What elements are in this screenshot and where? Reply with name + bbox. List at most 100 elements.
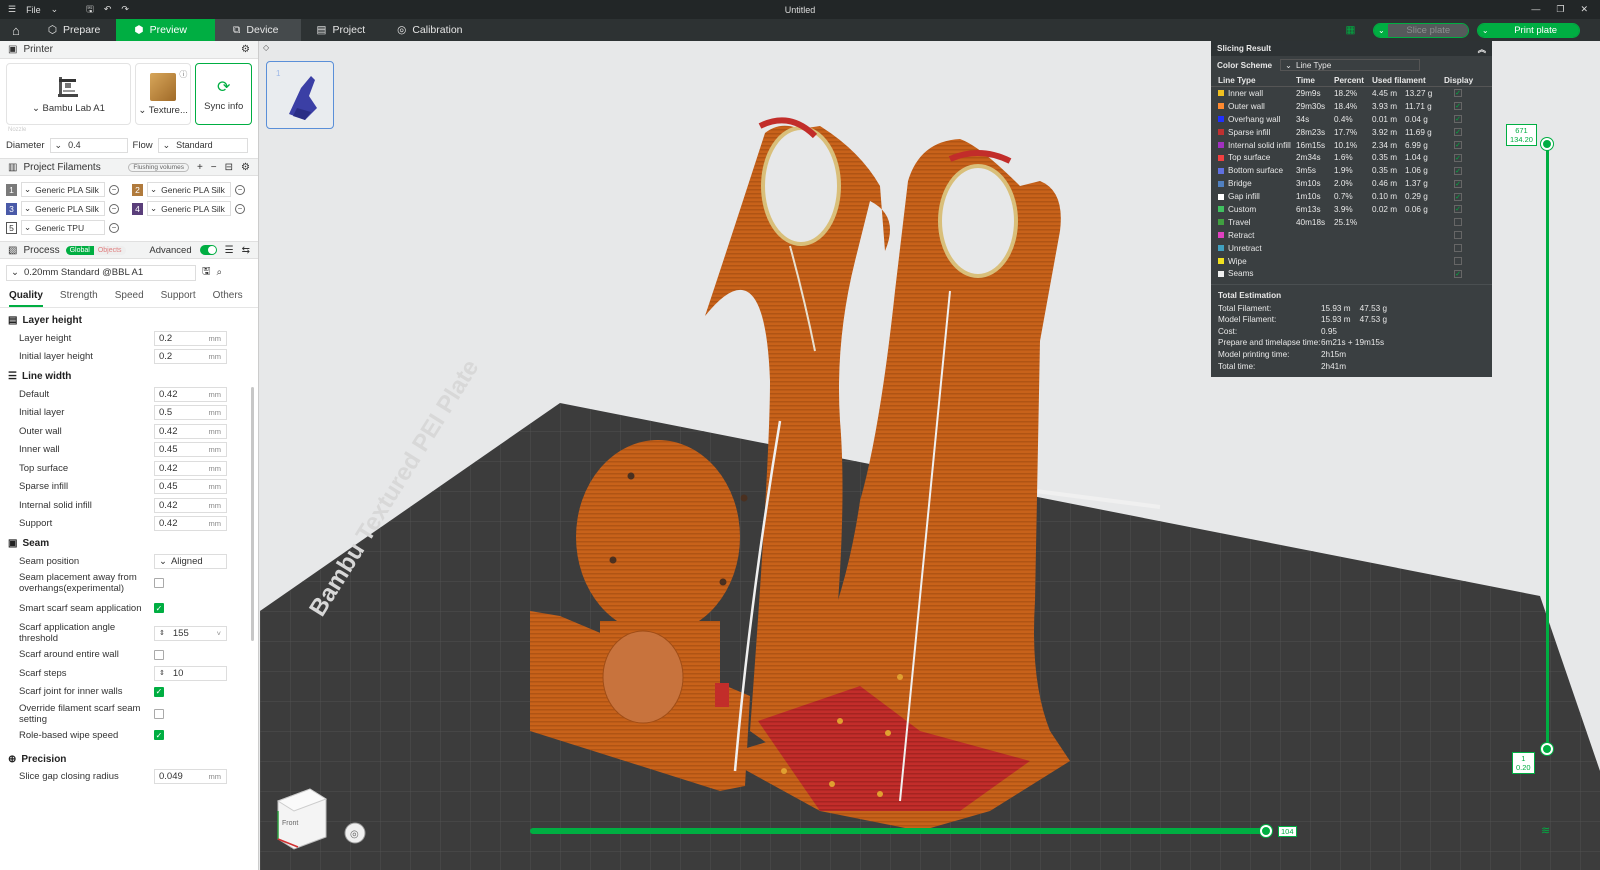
printer-select[interactable]: ⌄ Bambu Lab A1 bbox=[6, 63, 131, 125]
restore-icon[interactable]: ❐ bbox=[1556, 4, 1564, 15]
layer-range-slider[interactable] bbox=[1546, 143, 1549, 749]
plate-select[interactable]: ⌄ Texture... ⓘ bbox=[134, 63, 192, 125]
sync-info-button[interactable]: ⟳ Sync info bbox=[195, 63, 253, 125]
tab-others[interactable]: Others bbox=[213, 290, 243, 307]
filament-select[interactable]: ⌄ Generic TPU bbox=[21, 220, 105, 235]
sidebar-scrollbar[interactable] bbox=[251, 387, 254, 641]
tab-device[interactable]: ⧉ Device bbox=[214, 19, 301, 41]
scarf-around-checkbox[interactable] bbox=[154, 649, 164, 660]
move-slider-handle[interactable] bbox=[1260, 825, 1272, 837]
filament-item[interactable]: 1 ⌄ Generic PLA Silk − bbox=[6, 182, 126, 197]
flushing-volumes-button[interactable]: Flushing volumes bbox=[128, 162, 189, 172]
file-menu[interactable]: File bbox=[26, 5, 41, 15]
layer-bottom-handle[interactable] bbox=[1541, 743, 1553, 755]
plate-thumbnail[interactable]: 1 bbox=[266, 61, 334, 129]
filament-item[interactable]: 3 ⌄ Generic PLA Silk − bbox=[6, 201, 126, 216]
display-checkbox[interactable]: ✓ bbox=[1454, 166, 1462, 175]
tab-prepare[interactable]: ⬡ Prepare bbox=[32, 19, 117, 41]
display-checkbox[interactable]: ✓ bbox=[1454, 153, 1462, 162]
filament-select[interactable]: ⌄ Generic PLA Silk bbox=[147, 201, 231, 216]
print-dropdown-icon[interactable]: ⌄ bbox=[1478, 23, 1493, 37]
menu-icon[interactable]: ☰ bbox=[8, 4, 16, 15]
display-checkbox[interactable] bbox=[1454, 218, 1462, 227]
display-checkbox[interactable] bbox=[1454, 231, 1462, 240]
camera-reset-icon[interactable]: ◎ bbox=[344, 822, 366, 844]
tab-quality[interactable]: Quality bbox=[9, 290, 43, 307]
param-input[interactable]: 0.42 mm bbox=[154, 460, 227, 476]
filament-number[interactable]: 2 bbox=[132, 183, 143, 196]
layout-icon[interactable]: ▦ bbox=[1345, 24, 1355, 36]
tab-support[interactable]: Support bbox=[161, 290, 196, 307]
tab-preview[interactable]: ⬢ Preview bbox=[116, 19, 215, 41]
tab-calibration[interactable]: ◎ Calibration bbox=[381, 19, 478, 41]
advanced-toggle[interactable] bbox=[199, 245, 217, 255]
display-checkbox[interactable] bbox=[1454, 257, 1462, 266]
filament-select[interactable]: ⌄ Generic PLA Silk bbox=[147, 182, 231, 197]
display-checkbox[interactable] bbox=[1454, 244, 1462, 253]
search-icon[interactable]: ⌕ bbox=[217, 267, 223, 278]
slice-plate-button[interactable]: ⌄ Slice plate bbox=[1373, 22, 1470, 38]
filament-select[interactable]: ⌄ Generic PLA Silk bbox=[21, 201, 105, 216]
display-checkbox[interactable]: ✓ bbox=[1454, 115, 1462, 124]
home-button[interactable]: ⌂ bbox=[0, 19, 32, 41]
seam-away-checkbox[interactable] bbox=[154, 578, 164, 588]
compare-icon[interactable]: ⇆ bbox=[242, 245, 250, 256]
display-checkbox[interactable]: ✓ bbox=[1454, 192, 1462, 201]
param-input[interactable]: 0.42 mm bbox=[154, 423, 227, 439]
display-checkbox[interactable]: ✓ bbox=[1454, 89, 1462, 98]
filament-number[interactable]: 5 bbox=[6, 221, 17, 234]
filament-item[interactable]: 4 ⌄ Generic PLA Silk − bbox=[132, 201, 252, 216]
tab-speed[interactable]: Speed bbox=[115, 290, 144, 307]
scarf-steps-stepper[interactable]: ⇕ 10 bbox=[154, 665, 227, 681]
display-checkbox[interactable]: ✓ bbox=[1454, 102, 1462, 111]
remove-filament-icon[interactable]: − bbox=[235, 184, 245, 195]
collapse-icon[interactable]: ︽ bbox=[1478, 43, 1486, 55]
filament-item[interactable]: 5 ⌄ Generic TPU − bbox=[6, 220, 126, 235]
param-input[interactable]: 0.42 mm bbox=[154, 516, 227, 532]
display-checkbox[interactable]: ✓ bbox=[1454, 141, 1462, 149]
param-input[interactable]: 0.2 mm bbox=[154, 349, 227, 365]
override-scarf-checkbox[interactable] bbox=[154, 708, 164, 719]
remove-filament-icon[interactable]: − bbox=[211, 162, 217, 173]
param-input[interactable]: 0.2 mm bbox=[154, 330, 227, 346]
print-plate-button[interactable]: ⌄ Print plate bbox=[1477, 22, 1580, 38]
display-checkbox[interactable]: ✓ bbox=[1454, 205, 1462, 214]
objects-option[interactable]: Objects bbox=[93, 245, 126, 255]
tab-project[interactable]: ▤ Project bbox=[301, 19, 382, 41]
collapse-sidebar-icon[interactable]: ◇ bbox=[263, 43, 269, 52]
remove-filament-icon[interactable]: − bbox=[235, 203, 245, 214]
global-objects-switch[interactable]: Global Objects bbox=[65, 245, 126, 255]
scarf-inner-checkbox[interactable]: ✓ bbox=[154, 686, 164, 697]
save-icon[interactable]: 🖫 bbox=[86, 2, 94, 18]
smart-scarf-checkbox[interactable]: ✓ bbox=[154, 603, 164, 613]
global-option[interactable]: Global bbox=[65, 245, 94, 255]
info-icon[interactable]: ⓘ bbox=[179, 69, 187, 80]
role-wipe-checkbox[interactable]: ✓ bbox=[154, 730, 164, 741]
param-input[interactable]: 0.45 mm bbox=[154, 442, 227, 458]
param-input[interactable]: 0.42 mm bbox=[154, 386, 227, 402]
display-checkbox[interactable]: ✓ bbox=[1454, 179, 1462, 188]
layer-top-handle[interactable] bbox=[1541, 138, 1553, 150]
redo-icon[interactable]: ↷ bbox=[121, 4, 129, 15]
flow-select[interactable]: ⌄ Standard bbox=[157, 137, 248, 153]
param-input[interactable]: 0.45 mm bbox=[154, 479, 227, 495]
remove-filament-icon[interactable]: − bbox=[109, 203, 119, 214]
diameter-select[interactable]: ⌄ 0.4 bbox=[49, 137, 128, 153]
remove-filament-icon[interactable]: − bbox=[109, 222, 119, 233]
gap-radius-input[interactable]: 0.049 mm bbox=[154, 769, 227, 785]
display-checkbox[interactable]: ✓ bbox=[1454, 128, 1462, 137]
move-slider[interactable] bbox=[530, 828, 1266, 834]
list-icon[interactable]: ☰ bbox=[225, 245, 234, 256]
display-checkbox[interactable]: ✓ bbox=[1454, 269, 1462, 278]
filament-select[interactable]: ⌄ Generic PLA Silk bbox=[21, 182, 105, 197]
filament-number[interactable]: 4 bbox=[132, 202, 143, 215]
slice-dropdown-icon[interactable]: ⌄ bbox=[1374, 23, 1389, 37]
close-icon[interactable]: ✕ bbox=[1580, 4, 1588, 15]
sync-ams-icon[interactable]: ⊟ bbox=[225, 162, 233, 173]
undo-icon[interactable]: ↶ bbox=[104, 4, 112, 15]
layers-icon[interactable]: ≋ bbox=[1541, 824, 1550, 837]
tab-strength[interactable]: Strength bbox=[60, 290, 98, 307]
scarf-angle-stepper[interactable]: ⇕ 155 ˅ bbox=[154, 625, 227, 641]
color-scheme-select[interactable]: ⌄ Line Type bbox=[1280, 59, 1421, 71]
filament-number[interactable]: 1 bbox=[6, 183, 17, 196]
